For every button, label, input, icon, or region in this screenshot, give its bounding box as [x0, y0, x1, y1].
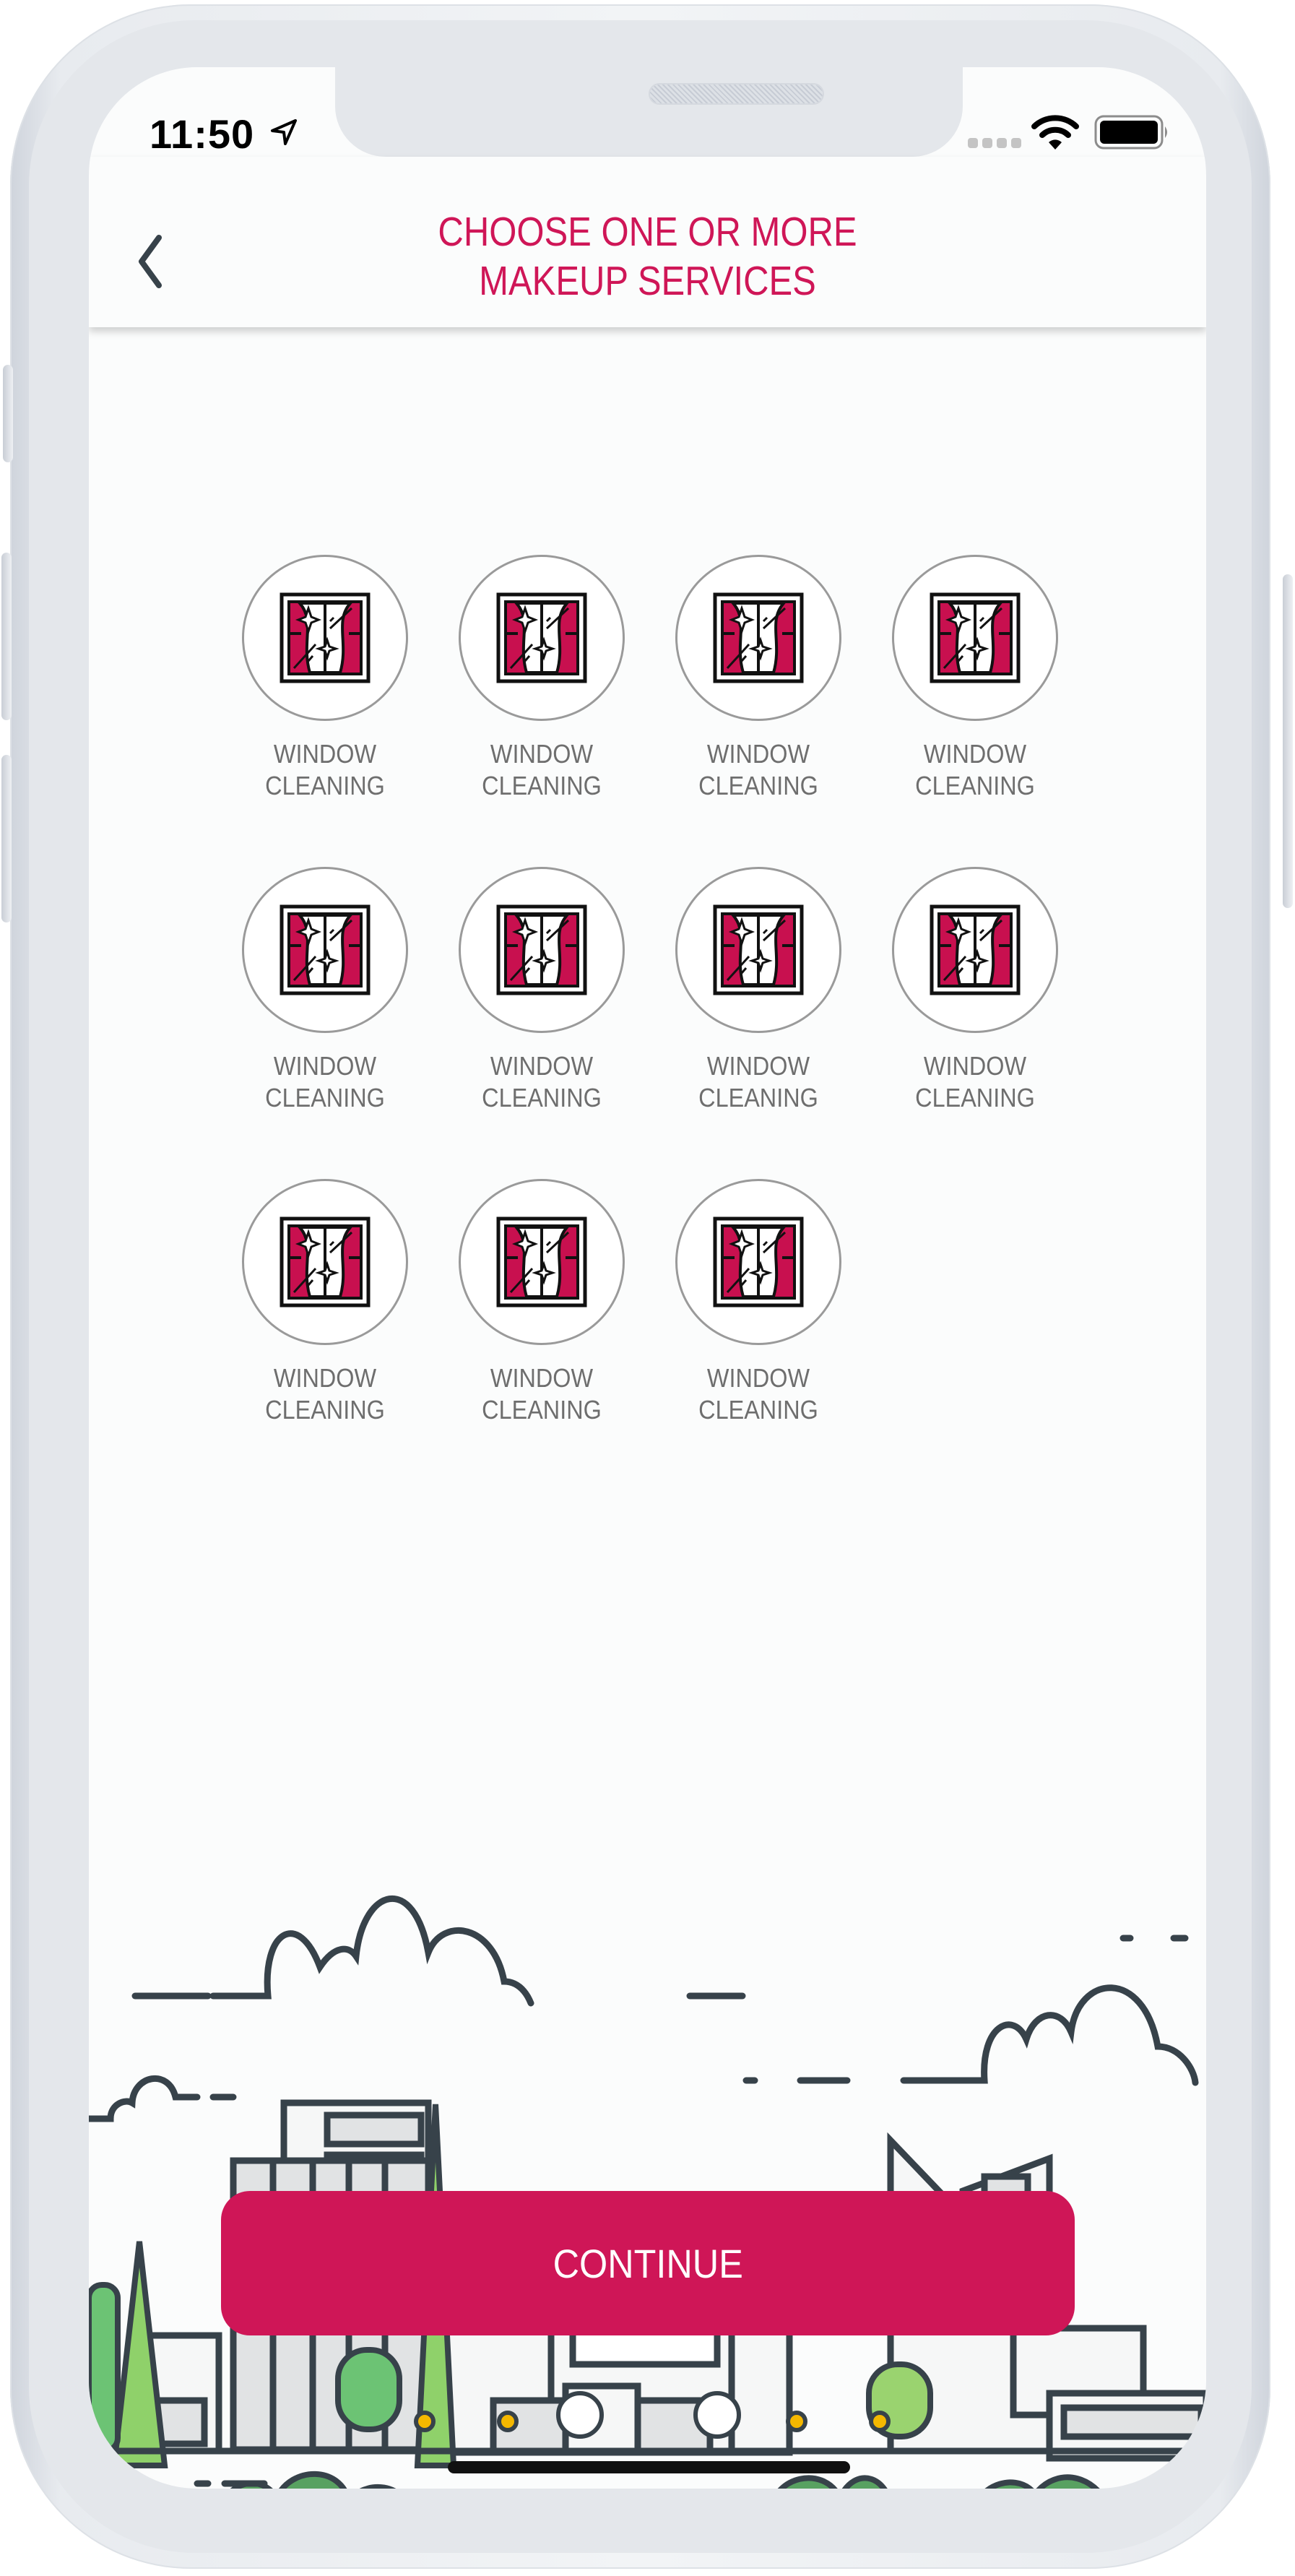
status-time: 11:50: [150, 111, 255, 157]
service-item-11[interactable]: WINDOW CLEANING: [650, 1179, 867, 1426]
service-item-3[interactable]: WINDOW CLEANING: [650, 555, 867, 802]
service-label-line1: WINDOW: [490, 739, 594, 769]
service-label-line2: CLEANING: [915, 1083, 1035, 1112]
battery-icon: [1094, 115, 1167, 150]
window-cleaning-icon: [280, 592, 371, 683]
service-label-line1: WINDOW: [273, 739, 377, 769]
service-icon-circle[interactable]: [675, 555, 841, 721]
service-icon-circle[interactable]: [242, 867, 408, 1033]
service-icon-circle[interactable]: [459, 867, 625, 1033]
service-label-line1: WINDOW: [706, 1051, 810, 1081]
service-label: WINDOW CLEANING: [433, 1362, 650, 1426]
service-label: WINDOW CLEANING: [650, 1050, 867, 1114]
volume-down-button: [1, 755, 12, 922]
service-item-9[interactable]: WINDOW CLEANING: [217, 1179, 433, 1426]
service-icon-circle[interactable]: [675, 1179, 841, 1345]
window-cleaning-icon: [280, 904, 371, 995]
window-cleaning-icon: [496, 904, 587, 995]
cellular-signal-icon: [968, 138, 1026, 152]
window-cleaning-icon: [713, 1216, 804, 1308]
service-label-line2: CLEANING: [698, 1083, 818, 1112]
service-label: WINDOW CLEANING: [217, 1050, 433, 1114]
service-label-line1: WINDOW: [490, 1051, 594, 1081]
volume-up-button: [1, 553, 12, 720]
window-cleaning-icon: [280, 1216, 371, 1308]
city-illustration: [89, 1895, 1206, 2489]
window-cleaning-icon: [496, 1216, 587, 1308]
service-label: WINDOW CLEANING: [867, 1050, 1083, 1114]
service-item-4[interactable]: WINDOW CLEANING: [867, 555, 1083, 802]
location-arrow-icon: [271, 119, 297, 145]
service-label-line1: WINDOW: [923, 739, 1027, 769]
device-notch: [335, 67, 963, 157]
service-item-6[interactable]: WINDOW CLEANING: [433, 867, 650, 1114]
service-label-line1: WINDOW: [923, 1051, 1027, 1081]
service-item-10[interactable]: WINDOW CLEANING: [433, 1179, 650, 1426]
window-cleaning-icon: [713, 592, 804, 683]
service-label: WINDOW CLEANING: [867, 738, 1083, 802]
service-icon-circle[interactable]: [675, 867, 841, 1033]
service-label: WINDOW CLEANING: [433, 1050, 650, 1114]
service-item-1[interactable]: WINDOW CLEANING: [217, 555, 433, 802]
service-label-line1: WINDOW: [706, 1363, 810, 1393]
service-label-line2: CLEANING: [265, 771, 385, 800]
page-title-line2: MAKEUP SERVICES: [479, 258, 816, 304]
service-item-7[interactable]: WINDOW CLEANING: [650, 867, 867, 1114]
service-label-line2: CLEANING: [915, 771, 1035, 800]
service-label-line2: CLEANING: [482, 771, 602, 800]
wifi-icon: [1031, 115, 1079, 150]
service-label-line2: CLEANING: [482, 1083, 602, 1112]
continue-button[interactable]: CONTINUE: [221, 2191, 1075, 2335]
service-icon-circle[interactable]: [892, 867, 1058, 1033]
service-icon-circle[interactable]: [459, 1179, 625, 1345]
service-icon-circle[interactable]: [459, 555, 625, 721]
service-label: WINDOW CLEANING: [650, 738, 867, 802]
earpiece-speaker: [650, 85, 823, 103]
continue-button-label: CONTINUE: [553, 2240, 743, 2286]
window-cleaning-icon: [713, 904, 804, 995]
mute-switch: [3, 365, 13, 462]
service-icon-circle[interactable]: [242, 1179, 408, 1345]
service-item-2[interactable]: WINDOW CLEANING: [433, 555, 650, 802]
service-icon-circle[interactable]: [242, 555, 408, 721]
service-icon-circle[interactable]: [892, 555, 1058, 721]
power-button: [1283, 574, 1293, 908]
service-item-5[interactable]: WINDOW CLEANING: [217, 867, 433, 1114]
service-label-line2: CLEANING: [698, 771, 818, 800]
service-label-line1: WINDOW: [273, 1051, 377, 1081]
window-cleaning-icon: [930, 592, 1021, 683]
service-label-line2: CLEANING: [698, 1395, 818, 1425]
page-title: CHOOSE ONE OR MORE MAKEUP SERVICES: [89, 207, 1206, 306]
service-label-line2: CLEANING: [482, 1395, 602, 1425]
service-label-line2: CLEANING: [265, 1083, 385, 1112]
service-label-line1: WINDOW: [706, 739, 810, 769]
service-label-line1: WINDOW: [273, 1363, 377, 1393]
service-label-line2: CLEANING: [265, 1395, 385, 1425]
home-indicator[interactable]: [448, 2461, 850, 2473]
cloud-icon: [89, 2075, 237, 2122]
bushes: [230, 2471, 1100, 2489]
nav-header: CHOOSE ONE OR MORE MAKEUP SERVICES: [89, 157, 1206, 327]
window-cleaning-icon: [930, 904, 1021, 995]
service-label: WINDOW CLEANING: [433, 738, 650, 802]
service-label: WINDOW CLEANING: [217, 1362, 433, 1426]
service-label: WINDOW CLEANING: [650, 1362, 867, 1426]
app-screen: 11:50 CHOOSE ONE OR MORE MAKEUP SERVICES: [89, 67, 1206, 2489]
service-label-line1: WINDOW: [490, 1363, 594, 1393]
cloud-icon: [131, 1895, 1189, 2007]
cloud-icon: [742, 1984, 1199, 2086]
window-cleaning-icon: [496, 592, 587, 683]
page-title-line1: CHOOSE ONE OR MORE: [438, 209, 857, 255]
service-label: WINDOW CLEANING: [217, 738, 433, 802]
service-item-8[interactable]: WINDOW CLEANING: [867, 867, 1083, 1114]
